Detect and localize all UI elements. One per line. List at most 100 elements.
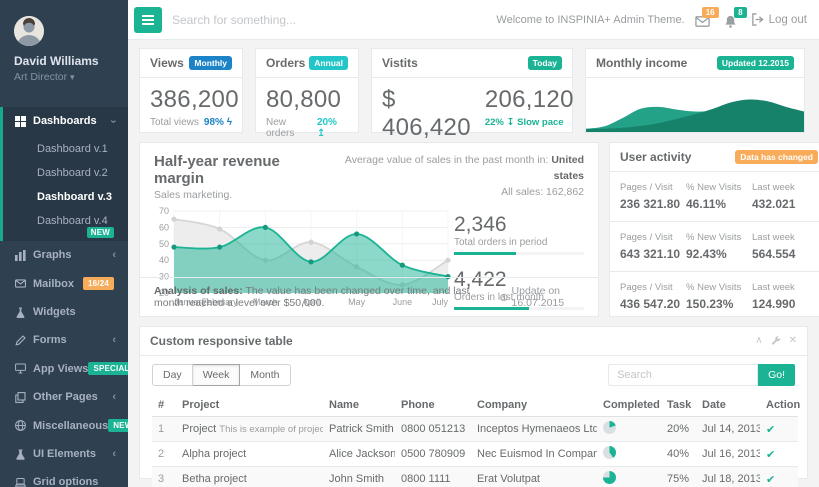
sidebar-item-label: Miscellaneous [33, 420, 108, 432]
sidebar-item-label: Dashboards [33, 115, 112, 127]
user-name: David Williams [14, 54, 128, 68]
envelope-icon [14, 278, 26, 290]
submenu-item-dashboard-v-2[interactable]: Dashboard v.2 [3, 161, 128, 185]
svg-text:40: 40 [159, 255, 169, 265]
notifications-bell-icon[interactable]: 8 [723, 12, 741, 28]
menu-toggle-button[interactable] [134, 7, 162, 33]
completed-pie-icon [603, 471, 616, 484]
table-row[interactable]: 2 Alpha project Alice Jackson0500 780909… [152, 442, 798, 467]
sidebar-item-forms[interactable]: Forms‹ [0, 326, 128, 354]
messages-icon[interactable]: 16 [695, 12, 713, 28]
sidebar-item-label: Widgets [33, 306, 120, 318]
range-button-week[interactable]: Week [193, 364, 241, 386]
search-go-button[interactable]: Go! [758, 364, 795, 386]
views-badge: Monthly [189, 56, 232, 70]
collapse-icon[interactable]: ∧ [755, 336, 762, 346]
sidebar-item-other-pages[interactable]: Other Pages‹ [0, 383, 128, 411]
sidebar-item-grid-options[interactable]: Grid options [0, 468, 128, 487]
range-button-month[interactable]: Month [240, 364, 290, 386]
visits-title: Vistits [382, 56, 418, 70]
sidebar-item-label: Grid options [33, 476, 120, 487]
search-input[interactable] [172, 13, 486, 27]
completed-pie-icon [603, 421, 616, 434]
range-button-group: DayWeekMonth [152, 364, 291, 386]
user-role-dropdown[interactable]: Art Director ▾ [14, 71, 128, 83]
activity-row-0: Pages / Visit236 321.80% New Visits46.11… [610, 172, 819, 221]
orders-badge: Annual [309, 56, 348, 70]
visits-delta: 22% ↧ Slow pace [485, 117, 574, 128]
completed-pie-icon [603, 446, 616, 459]
range-button-day[interactable]: Day [152, 364, 193, 386]
user-profile: David Williams Art Director ▾ [0, 0, 128, 97]
responsive-table-panel: Custom responsive table ∧ ✕ DayWeekMonth… [139, 326, 808, 479]
sidebar-item-graphs[interactable]: Graphs‹ [0, 241, 128, 269]
flask-icon [14, 306, 26, 318]
top-navbar: Welcome to INSPINIA+ Admin Theme. 16 8 L… [128, 0, 819, 40]
views-label: Total views [150, 117, 199, 128]
revenue-subtitle: Sales marketing. [154, 189, 325, 201]
activity-title: User activity [620, 150, 691, 164]
column-header-name: Name [323, 394, 395, 417]
close-icon[interactable]: ✕ [789, 336, 797, 346]
activity-badge: Data has changed [735, 150, 818, 164]
orders-delta: 20% ↥ [317, 117, 348, 139]
bar-chart-icon [14, 249, 26, 261]
revenue-stats: 2,346Total orders in period4,422Orders i… [454, 205, 584, 277]
dashboards-submenu: Dashboard v.1Dashboard v.2Dashboard v.3D… [3, 135, 128, 241]
sidebar-item-label: App Views [33, 363, 88, 375]
income-badge: Updated 12.2015 [717, 56, 794, 70]
orders-value: 80,800 [266, 86, 348, 114]
th-large-icon [14, 115, 26, 127]
column-header-date: Date [696, 394, 760, 417]
svg-text:50: 50 [159, 239, 169, 249]
main-area: Welcome to INSPINIA+ Admin Theme. 16 8 L… [128, 0, 819, 487]
chevron-left-icon: ‹ [112, 335, 116, 346]
globe-icon [14, 420, 26, 432]
sidebar-item-label: Other Pages [33, 391, 112, 403]
column-header-project: Project [176, 394, 323, 417]
action-check-icon[interactable]: ✔ [766, 474, 775, 486]
table-search: Go! [608, 364, 795, 386]
wrench-icon[interactable] [771, 336, 781, 346]
column-header-phone: Phone [395, 394, 471, 417]
sidebar-item-app-views[interactable]: App ViewsSPECIAL [0, 354, 128, 383]
logout-button[interactable]: Log out [751, 13, 807, 26]
sidebar-item-widgets[interactable]: Widgets [0, 298, 128, 326]
table-row[interactable]: 1 Project This is example of project Pat… [152, 417, 798, 442]
avatar[interactable] [14, 16, 44, 46]
level-up-icon: ↥ [317, 128, 325, 139]
views-delta: 98% ϟ [204, 117, 232, 128]
new-badge: NEW [87, 227, 114, 238]
sidebar-nav: Dashboards‹Dashboard v.1Dashboard v.2Das… [0, 107, 128, 487]
action-check-icon[interactable]: ✔ [766, 449, 775, 461]
orders-card: OrdersAnnual 80,800 New orders20% ↥ [255, 48, 359, 133]
action-check-icon[interactable]: ✔ [766, 424, 775, 436]
views-value: 386,200 [150, 86, 232, 114]
views-card: ViewsMonthly 386,200 Total views98% ϟ [139, 48, 243, 133]
sidebar-item-label: Graphs [33, 249, 112, 261]
submenu-item-dashboard-v-1[interactable]: Dashboard v.1 [3, 137, 128, 161]
sidebar-item-miscellaneous[interactable]: MiscellaneousNEW [0, 411, 128, 440]
status-badge: 16/24 [83, 277, 114, 290]
status-badge: SPECIAL [88, 362, 128, 375]
table-search-input[interactable] [608, 364, 758, 386]
chevron-left-icon: ‹ [112, 250, 116, 261]
activity-row-1: Pages / Visit643 321.10% New Visits92.43… [610, 221, 819, 271]
page-content: ViewsMonthly 386,200 Total views98% ϟ Or… [128, 40, 819, 487]
submenu-item-dashboard-v-4[interactable]: Dashboard v.4 NEW [3, 209, 128, 233]
chevron-left-icon: ‹ [112, 449, 116, 460]
sidebar-item-label: Forms [33, 334, 112, 346]
revenue-summary: Average value of sales in the past month… [325, 153, 584, 201]
chevron-left-icon: ‹ [112, 392, 116, 403]
sidebar-item-ui-elements[interactable]: UI Elements‹ [0, 440, 128, 468]
sidebar: David Williams Art Director ▾ Dashboards… [0, 0, 128, 487]
desktop-icon [14, 363, 26, 375]
sidebar-item-dashboards[interactable]: Dashboards‹Dashboard v.1Dashboard v.2Das… [0, 107, 128, 241]
visits-value: $ 406,420 [382, 86, 471, 141]
stats-row: ViewsMonthly 386,200 Total views98% ϟ Or… [139, 48, 808, 133]
sidebar-item-mailbox[interactable]: Mailbox16/24 [0, 269, 128, 298]
visits-card: VistitsToday $ 406,42044% ↥ Rapid pace20… [371, 48, 573, 133]
table-row[interactable]: 3 Betha project John Smith0800 1111Erat … [152, 467, 798, 487]
revenue-stat-0: 2,346Total orders in period [454, 213, 584, 255]
submenu-item-dashboard-v-3[interactable]: Dashboard v.3 [3, 185, 128, 209]
